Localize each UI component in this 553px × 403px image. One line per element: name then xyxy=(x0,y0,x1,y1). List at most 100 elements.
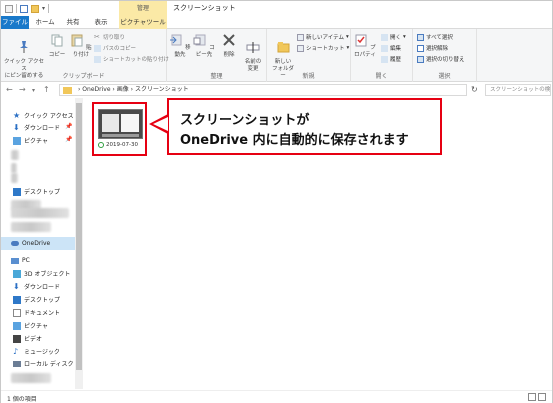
new-item-icon xyxy=(297,33,304,41)
nav-scrollbar-thumb[interactable] xyxy=(76,103,82,370)
tab-file[interactable]: ファイル xyxy=(1,16,29,29)
pictures-icon xyxy=(13,136,21,145)
new-item-button[interactable]: 新しいアイテム ▾ xyxy=(297,33,349,41)
address-input[interactable]: › OneDrive › 画像 › スクリーンショット xyxy=(59,84,467,96)
history-label: 履歴 xyxy=(390,57,402,63)
history-button[interactable]: 履歴 xyxy=(381,55,401,63)
star-icon: ★ xyxy=(13,110,21,120)
invert-selection-button[interactable]: 選択の切り替え xyxy=(417,55,465,63)
nav-pc-desktop-label: デスクトップ xyxy=(24,297,61,304)
toolbar-divider xyxy=(16,4,17,13)
nav-videos[interactable]: ビデオ xyxy=(13,334,42,343)
search-placeholder: スクリーンショットの検 xyxy=(490,87,551,93)
nav-desktop[interactable]: デスクトップ xyxy=(13,187,60,196)
easy-access-button[interactable]: ショートカット ▾ xyxy=(297,44,349,52)
move-to-button[interactable]: 移動先 xyxy=(169,33,191,59)
pin-icon xyxy=(20,41,28,53)
properties-qa-icon[interactable] xyxy=(20,4,28,13)
file-name: 2019-07-30 xyxy=(106,142,138,148)
nav-pc-downloads[interactable]: ⬇ ダウンロード xyxy=(13,282,60,291)
copy-path-button[interactable]: パスのコピー xyxy=(94,44,136,52)
cut-button[interactable]: ✂ 切り取り xyxy=(94,33,125,41)
paste-button[interactable]: 貼り付け xyxy=(69,33,93,59)
nav-quick-access[interactable]: ★ クイック アクセス xyxy=(13,111,74,120)
recent-chevron-icon[interactable]: ▾ xyxy=(32,87,35,94)
explorer-window: ▾ 管理 スクリーンショット ファイル ホーム 共有 表示 ピクチャツール クイ… xyxy=(0,0,553,403)
music-note-icon: ♪ xyxy=(13,346,19,356)
search-input[interactable]: スクリーンショットの検 xyxy=(485,84,551,96)
open-icon xyxy=(381,33,388,41)
paste-icon xyxy=(71,34,83,47)
rename-button[interactable]: 名前の 変更 xyxy=(241,33,265,73)
select-all-button[interactable]: すべて選択 xyxy=(417,33,453,41)
blurred-folder xyxy=(11,173,18,183)
window-title: スクリーンショット xyxy=(173,4,236,12)
chevron-down-icon[interactable]: ▾ xyxy=(42,5,45,12)
file-item[interactable]: 2019-07-30 xyxy=(92,102,147,156)
desktop-icon xyxy=(13,295,21,304)
organize-group-label: 整理 xyxy=(210,73,223,80)
copy-label: コピー xyxy=(48,52,66,58)
open-label: 開く xyxy=(390,35,402,41)
select-group-label: 選択 xyxy=(438,73,451,80)
nav-onedrive[interactable]: OneDrive xyxy=(11,240,50,247)
nav-pictures-label: ピクチャ xyxy=(24,138,48,145)
delete-button[interactable]: 削除 xyxy=(219,33,239,59)
nav-local-disk[interactable]: ローカル ディスク (C xyxy=(13,359,82,368)
tab-share[interactable]: 共有 xyxy=(60,16,86,29)
nav-pc-desktop[interactable]: デスクトップ xyxy=(13,295,60,304)
copy-path-label: パスのコピー xyxy=(103,46,137,52)
tab-view[interactable]: 表示 xyxy=(88,16,114,29)
manage-context-tab[interactable]: 管理 xyxy=(119,1,167,16)
ribbon: クイック アクセス にピン留めする コピー 貼り付け ✂ 切り取り パスのコピー… xyxy=(1,29,552,82)
new-folder-qa-icon[interactable] xyxy=(31,4,39,13)
back-arrow-icon[interactable]: ← xyxy=(6,85,13,94)
computer-icon xyxy=(11,257,19,264)
copy-to-button[interactable]: コピー先 xyxy=(193,33,215,59)
refresh-icon[interactable]: ↻ xyxy=(471,85,478,94)
nav-scrollbar[interactable] xyxy=(75,98,83,389)
new-item-label: 新しいアイテム xyxy=(306,35,344,41)
open-button[interactable]: 開く ▾ xyxy=(381,33,406,41)
edit-button[interactable]: 編集 xyxy=(381,44,401,52)
open-group: プロパティ 開く ▾ 編集 履歴 開く xyxy=(351,29,413,82)
details-view-icon[interactable] xyxy=(528,393,536,401)
ribbon-tabs: ファイル ホーム 共有 表示 ピクチャツール xyxy=(1,16,552,29)
copy-button[interactable]: コピー xyxy=(47,33,67,59)
cloud-icon xyxy=(11,241,19,246)
nav-downloads[interactable]: ⬇ ダウンロード xyxy=(13,123,60,132)
properties-button[interactable]: プロパティ xyxy=(353,33,377,59)
easy-access-label: ショートカット xyxy=(306,46,345,52)
open-group-label: 開く xyxy=(375,73,388,80)
forward-arrow-icon[interactable]: → xyxy=(19,85,26,94)
new-group: 新しい フォルダー 新しいアイテム ▾ ショートカット ▾ 新規 xyxy=(267,29,351,82)
clipboard-group-label: クリップボード xyxy=(62,73,105,80)
tab-home[interactable]: ホーム xyxy=(31,16,59,29)
nav-pictures[interactable]: ピクチャ xyxy=(13,136,48,145)
pin-icon[interactable]: 📌 xyxy=(65,123,72,130)
video-icon xyxy=(13,334,21,343)
nav-pc[interactable]: PC xyxy=(11,257,30,264)
nav-music[interactable]: ♪ ミュージック xyxy=(13,347,60,356)
history-icon xyxy=(381,55,388,63)
nav-3d-objects[interactable]: 3D オブジェクト xyxy=(13,269,70,278)
select-none-button[interactable]: 選択解除 xyxy=(417,44,448,52)
status-bar: 1 個の項目 xyxy=(1,390,552,403)
new-folder-icon xyxy=(277,42,290,53)
document-icon xyxy=(13,308,21,317)
delete-label: 削除 xyxy=(223,52,235,58)
large-icons-view-icon[interactable] xyxy=(538,393,546,401)
nav-desktop-label: デスクトップ xyxy=(24,189,61,196)
nav-documents[interactable]: ドキュメント xyxy=(13,308,60,317)
edit-label: 編集 xyxy=(390,46,402,52)
up-arrow-icon[interactable]: ↑ xyxy=(43,85,50,94)
nav-documents-label: ドキュメント xyxy=(24,310,61,317)
invert-selection-icon xyxy=(417,55,424,63)
pin-icon[interactable]: 📌 xyxy=(65,136,72,143)
paste-shortcut-button[interactable]: ショートカットの貼り付け xyxy=(94,55,169,63)
tab-picture-tools[interactable]: ピクチャツール xyxy=(119,16,167,29)
scissors-icon: ✂ xyxy=(94,32,100,41)
nav-pc-pictures[interactable]: ピクチャ xyxy=(13,321,48,330)
select-group: すべて選択 選択解除 選択の切り替え 選択 xyxy=(413,29,477,82)
move-to-icon xyxy=(170,34,182,46)
